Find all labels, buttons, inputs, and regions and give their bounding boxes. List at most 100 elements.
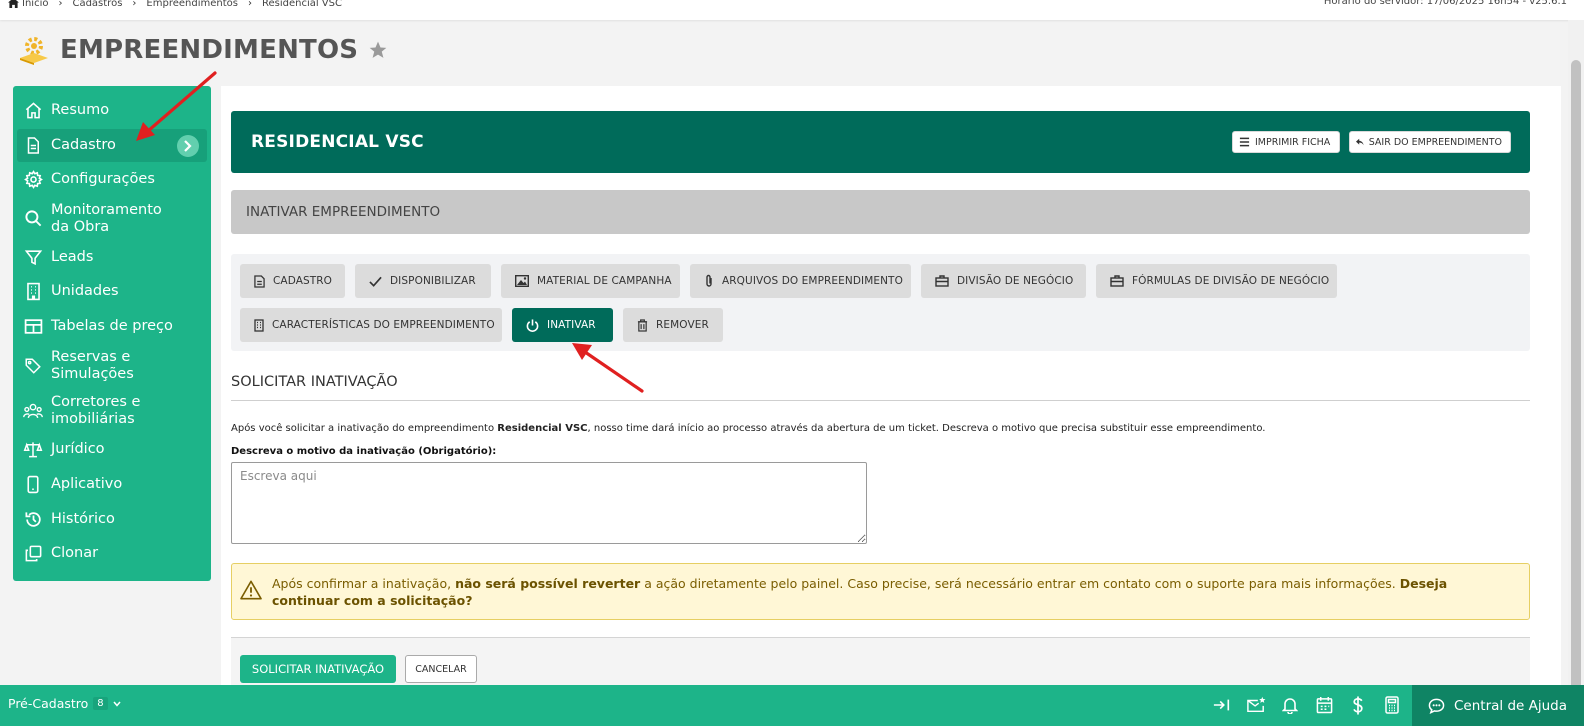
- sidebar-item-label: Configurações: [51, 170, 155, 187]
- action-disponibilizar-button[interactable]: DISPONIBILIZAR: [355, 264, 491, 298]
- calendar-icon[interactable]: [1307, 693, 1341, 717]
- empreendimento-title: RESIDENCIAL VSC: [251, 132, 424, 152]
- sidebar-item-aplicativo[interactable]: Aplicativo: [13, 466, 211, 502]
- scrollbar-thumb[interactable]: [1571, 60, 1581, 705]
- action-caracteristicas-button[interactable]: CARACTERÍSTICAS DO EMPREENDIMENTO: [240, 308, 502, 342]
- breadcrumb-item-home: Início: [22, 0, 49, 9]
- bottom-bar: Pré-Cadastro 8 Central de Ajuda: [0, 685, 1584, 726]
- main-panel: RESIDENCIAL VSC IMPRIMIR FICHA SAIR DO E…: [221, 86, 1561, 685]
- description-text: Após você solicitar a inativação do empr…: [231, 423, 498, 434]
- sidebar-item-label: Histórico: [51, 510, 115, 527]
- chevron-right-icon: ›: [58, 0, 63, 9]
- action-remover-button[interactable]: REMOVER: [623, 308, 723, 342]
- breadcrumb-home[interactable]: Início: [8, 0, 48, 9]
- star-icon[interactable]: [368, 40, 388, 60]
- action-label: DIVISÃO DE NEGÓCIO: [957, 275, 1074, 287]
- help-center-button[interactable]: Central de Ajuda: [1412, 685, 1584, 726]
- sidebar-item-monitoramento[interactable]: Monitoramento da Obra: [13, 196, 211, 241]
- action-label: ARQUIVOS DO EMPREENDIMENTO: [722, 275, 903, 287]
- people-icon: [23, 401, 43, 421]
- divider: [231, 400, 1530, 401]
- action-label: CADASTRO: [273, 275, 333, 287]
- pre-cadastro-label: Pré-Cadastro: [8, 696, 89, 711]
- warning-emphasis: não será possível reverter: [455, 576, 641, 591]
- sidebar-item-label: Unidades: [51, 283, 119, 299]
- sidebar-item-label: Tabelas de preço: [51, 317, 173, 334]
- sidebar-item-label: Monitoramento da Obra: [51, 201, 162, 235]
- cancel-button[interactable]: CANCELAR: [405, 655, 477, 683]
- bottom-toolbar: [1205, 693, 1409, 717]
- sign-in-icon[interactable]: [1205, 693, 1239, 717]
- warning-alert: Após confirmar a inativação, não será po…: [231, 563, 1530, 620]
- action-cadastro-button[interactable]: CADASTRO: [240, 264, 345, 298]
- sidebar-item-configuracoes[interactable]: Configurações: [13, 162, 211, 196]
- sidebar-item-unidades[interactable]: Unidades: [13, 274, 211, 309]
- reason-textarea[interactable]: [231, 462, 867, 544]
- bell-icon[interactable]: [1273, 693, 1307, 717]
- top-bar: Início › Cadastros › Empreendimentos › R…: [0, 0, 1584, 20]
- action-label: CARACTERÍSTICAS DO EMPREENDIMENTO: [272, 319, 495, 331]
- sidebar-item-leads[interactable]: Leads: [13, 241, 211, 274]
- scrollbar[interactable]: [1568, 20, 1584, 705]
- sidebar-item-reservas[interactable]: Reservas e Simulações: [13, 343, 211, 388]
- gear-icon: [23, 169, 43, 189]
- breadcrumb-item-current: Residencial VSC: [261, 0, 342, 9]
- sidebar-item-label: Aplicativo: [51, 475, 123, 492]
- scales-icon: [23, 440, 43, 460]
- phone-icon: [23, 474, 43, 494]
- briefcase-icon: [935, 275, 949, 287]
- dollar-icon[interactable]: [1341, 693, 1375, 717]
- history-icon: [23, 509, 43, 529]
- server-time: Horário do servidor: 17/06/2025 16h54 - …: [1323, 0, 1567, 7]
- sidebar-item-label: Clonar: [51, 545, 99, 561]
- warning-text-part: a ação diretamente pelo painel. Caso pre…: [640, 576, 1400, 591]
- action-label: MATERIAL DE CAMPANHA: [537, 275, 672, 287]
- paperclip-icon: [706, 274, 712, 287]
- action-arquivos-button[interactable]: ARQUIVOS DO EMPREENDIMENTO: [690, 264, 911, 298]
- action-label: REMOVER: [656, 319, 709, 331]
- sidebar-item-historico[interactable]: Histórico: [13, 502, 211, 536]
- action-inativar-button[interactable]: INATIVAR: [512, 308, 613, 342]
- pre-cadastro-dropdown[interactable]: Pré-Cadastro 8: [8, 696, 121, 711]
- home-icon: [8, 0, 19, 8]
- reply-icon: [1356, 138, 1364, 146]
- print-sheet-label: IMPRIMIR FICHA: [1255, 136, 1331, 148]
- description-text: , nosso time dará início ao processo atr…: [587, 423, 1266, 434]
- sidebar-item-cadastro[interactable]: Cadastro: [17, 129, 207, 162]
- breadcrumb-item-cadastros[interactable]: Cadastros: [72, 0, 122, 9]
- sidebar-item-label: Reservas e Simulações: [51, 348, 134, 382]
- page-title: EMPREENDIMENTOS: [60, 35, 359, 65]
- magnifier-icon: [23, 209, 43, 229]
- action-label: FÓRMULAS DE DIVISÃO DE NEGÓCIO: [1132, 275, 1330, 287]
- chevron-right-icon[interactable]: [177, 135, 199, 157]
- sidebar-item-label: Corretores e imobiliárias: [51, 393, 141, 427]
- breadcrumb-item-empreendimentos[interactable]: Empreendimentos: [146, 0, 238, 9]
- section-banner-title: INATIVAR EMPREENDIMENTO: [246, 204, 441, 220]
- warning-text: Após confirmar a inativação, não será po…: [272, 575, 1517, 609]
- mail-star-icon[interactable]: [1239, 693, 1273, 717]
- request-inactivation-button[interactable]: SOLICITAR INATIVAÇÃO: [240, 655, 396, 683]
- sidebar-item-label: Leads: [51, 249, 94, 265]
- tag-icon: [23, 356, 43, 376]
- action-buttons-panel: CADASTRO DISPONIBILIZAR MATERIAL DE CAMP…: [231, 254, 1530, 351]
- sidebar-item-tabelas[interactable]: Tabelas de preço: [13, 309, 211, 343]
- chevron-down-icon: [113, 701, 121, 707]
- warning-triangle-icon: [240, 580, 262, 600]
- calculator-icon[interactable]: [1375, 693, 1409, 717]
- action-divisao-negocio-button[interactable]: DIVISÃO DE NEGÓCIO: [921, 264, 1086, 298]
- sidebar-item-label: Jurídico: [51, 441, 105, 457]
- sidebar-item-resumo[interactable]: Resumo: [13, 94, 211, 127]
- empreendimento-header: RESIDENCIAL VSC IMPRIMIR FICHA SAIR DO E…: [231, 111, 1530, 173]
- action-material-campanha-button[interactable]: MATERIAL DE CAMPANHA: [501, 264, 680, 298]
- table-icon: [23, 316, 43, 336]
- sidebar-item-juridico[interactable]: Jurídico: [13, 433, 211, 466]
- print-sheet-button[interactable]: IMPRIMIR FICHA: [1232, 131, 1340, 153]
- exit-empreendimento-button[interactable]: SAIR DO EMPREENDIMENTO: [1349, 131, 1511, 153]
- action-formulas-button[interactable]: FÓRMULAS DE DIVISÃO DE NEGÓCIO: [1096, 264, 1337, 298]
- sidebar-item-clonar[interactable]: Clonar: [13, 536, 211, 571]
- sidebar-item-corretores[interactable]: Corretores e imobiliárias: [13, 388, 211, 433]
- building-icon: [254, 318, 264, 332]
- sidebar-item-label: Resumo: [51, 102, 110, 118]
- page-header: EMPREENDIMENTOS: [18, 34, 388, 66]
- check-icon: [369, 276, 382, 287]
